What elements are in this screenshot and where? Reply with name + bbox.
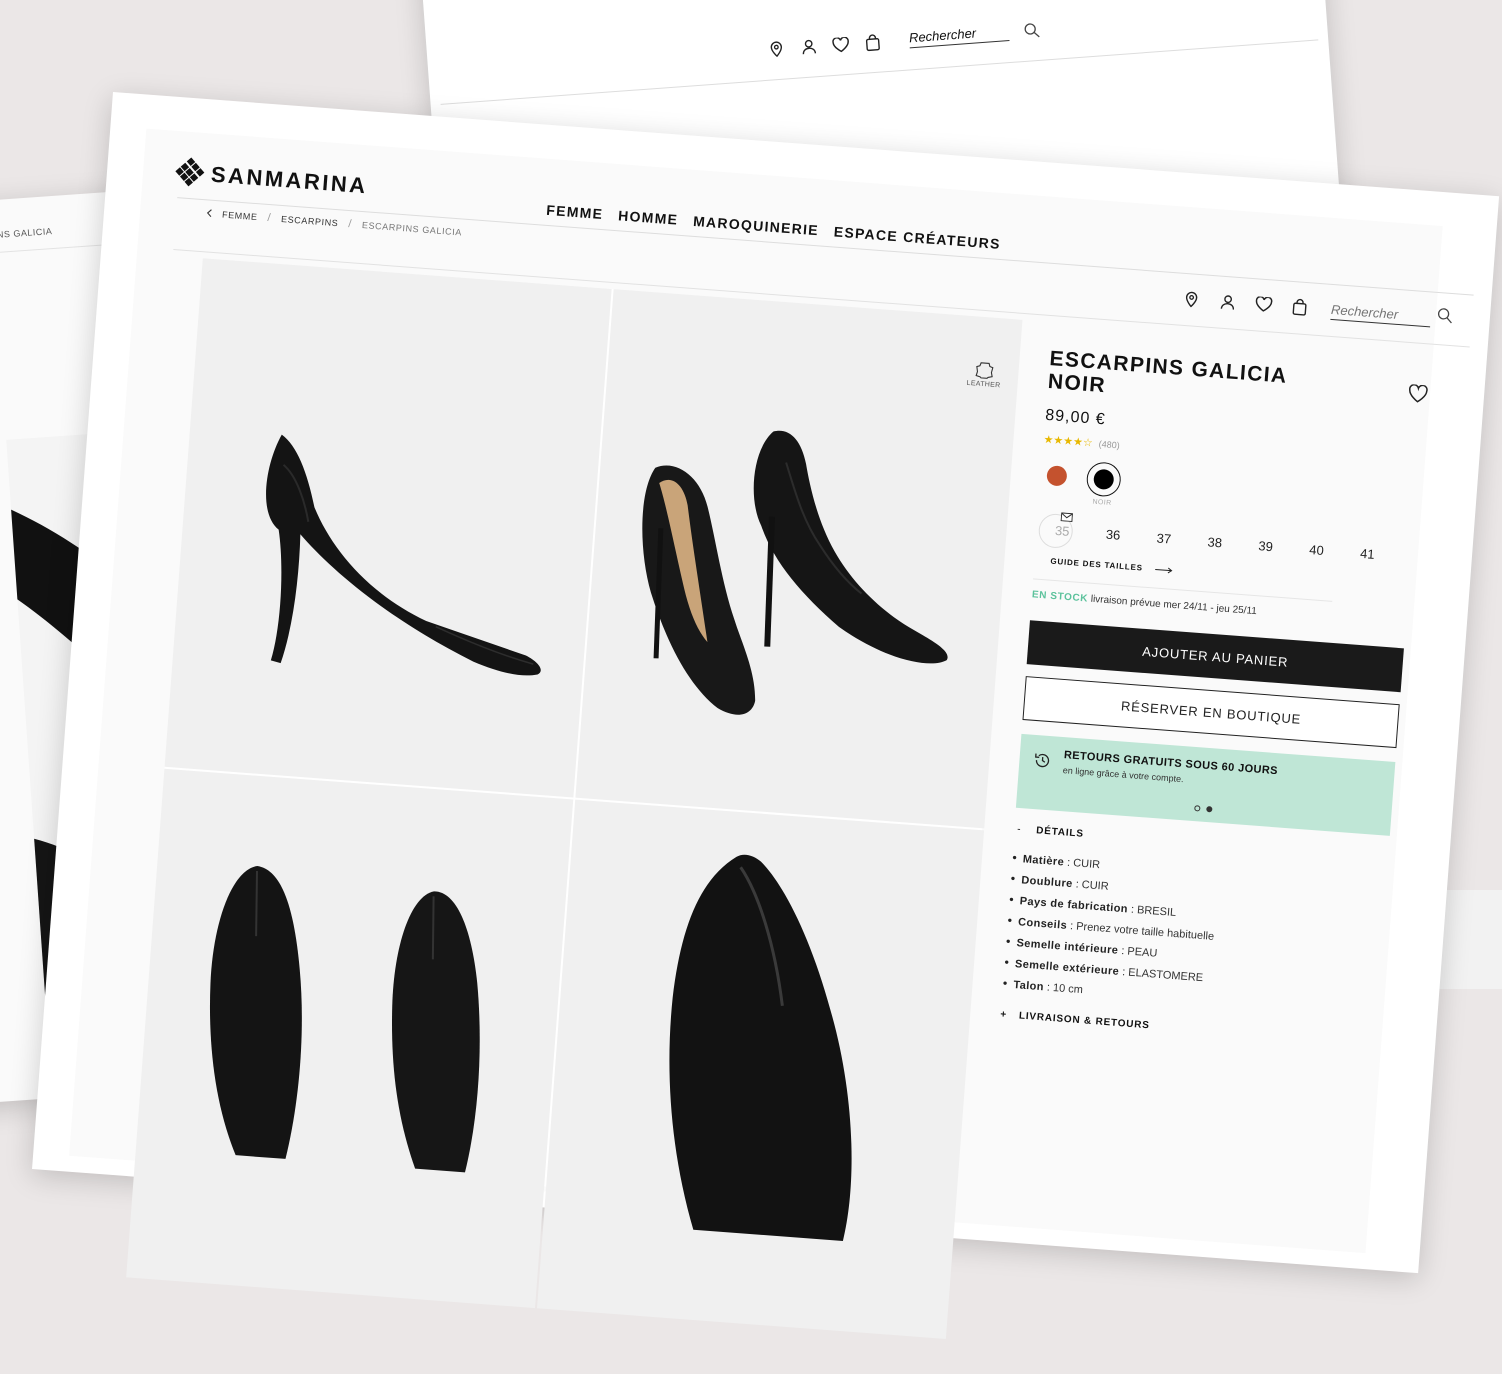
arrow-right-icon bbox=[1154, 567, 1173, 573]
store-locator-icon[interactable] bbox=[1181, 288, 1202, 309]
breadcrumb-separator: / bbox=[347, 218, 353, 231]
search-icon[interactable] bbox=[1436, 307, 1454, 329]
banner-dot[interactable] bbox=[1194, 805, 1201, 812]
color-swatch-noir[interactable] bbox=[1085, 461, 1122, 498]
delivery-returns-heading: LIVRAISON & RETOURS bbox=[1018, 1010, 1151, 1032]
nav-item-maroquinerie[interactable]: MAROQUINERIE bbox=[693, 213, 820, 238]
size-option-37[interactable]: 37 bbox=[1137, 519, 1190, 557]
search-bar bbox=[1330, 299, 1453, 329]
size-option-38[interactable]: 38 bbox=[1188, 523, 1241, 561]
delivery-label: livraison prévue bbox=[1090, 593, 1162, 610]
wishlist-icon bbox=[831, 35, 850, 54]
product-photo-heels-back[interactable] bbox=[126, 768, 574, 1309]
size-guide-label: GUIDE DES TAILLES bbox=[1050, 556, 1144, 573]
details-list: ● Matière : CUIR ● Doublure : CUIR ● Pays d… bbox=[1002, 849, 1392, 1024]
product-gallery: LEATHER bbox=[126, 258, 1023, 1339]
breadcrumb: FEMME / ESCARPINS / ESCARPINS GALICIA bbox=[206, 207, 463, 238]
leather-badge: LEATHER bbox=[963, 360, 1005, 390]
history-icon bbox=[1032, 751, 1052, 775]
shoe-back-image bbox=[209, 866, 480, 1173]
banner-pagination bbox=[1194, 805, 1213, 813]
details-heading: DÉTAILS bbox=[1035, 825, 1085, 840]
product-photo-toe-detail[interactable] bbox=[537, 799, 985, 1339]
search-icon bbox=[1022, 21, 1041, 40]
left-breadcrumb: NS GALICIA bbox=[0, 226, 53, 240]
logo-mark-icon bbox=[175, 157, 206, 188]
product-page-sheet: SANMARINA FEMME HOMME MAROQUINERIE ESPAC… bbox=[32, 92, 1500, 1339]
size-option-40[interactable]: 40 bbox=[1290, 531, 1343, 569]
rating-count: (480) bbox=[1098, 438, 1121, 450]
rating-stars-icon: ★★★★☆ bbox=[1043, 433, 1094, 450]
bag-icon bbox=[863, 32, 882, 51]
delivery-dates: mer 24/11 - jeu 25/11 bbox=[1163, 599, 1258, 618]
product-page: SANMARINA FEMME HOMME MAROQUINERIE ESPAC… bbox=[69, 128, 1474, 1339]
stock-status: EN STOCK livraison prévue mer 24/11 - je… bbox=[1031, 589, 1411, 628]
brand-name: SANMARINA bbox=[210, 161, 369, 199]
product-info-panel: ESCARPINS GALICIA NOIR 89,00 € ★★★★☆ (48… bbox=[1000, 347, 1430, 1049]
color-name: NOIR bbox=[1092, 498, 1112, 508]
breadcrumb-back-icon[interactable] bbox=[206, 208, 213, 219]
search-input[interactable] bbox=[1330, 301, 1432, 328]
store-locator-icon bbox=[767, 39, 786, 58]
breadcrumb-escarpins[interactable]: ESCARPINS bbox=[281, 214, 339, 228]
shoe-toe-image bbox=[669, 854, 852, 1241]
expand-toggle: + bbox=[999, 1009, 1008, 1021]
breadcrumb-separator: / bbox=[267, 211, 272, 225]
nav-item-femme[interactable]: FEMME bbox=[546, 202, 604, 222]
size-option-41[interactable]: 41 bbox=[1341, 534, 1394, 572]
account-icon bbox=[799, 37, 818, 56]
bag-icon[interactable] bbox=[1288, 296, 1309, 317]
back-search-input: Rechercher bbox=[908, 23, 1010, 49]
size-option-36[interactable]: 36 bbox=[1086, 515, 1139, 553]
banner-dot-active[interactable] bbox=[1206, 806, 1213, 813]
main-navigation: FEMME HOMME MAROQUINERIE ESPACE CRÉATEUR… bbox=[546, 202, 1002, 252]
wishlist-heart-icon[interactable] bbox=[1407, 384, 1429, 408]
product-photo-pair[interactable]: LEATHER bbox=[575, 289, 1023, 829]
free-returns-banner: RETOURS GRATUITS SOUS 60 JOURS en ligne … bbox=[1015, 733, 1396, 836]
product-title: ESCARPINS GALICIA NOIR bbox=[1047, 347, 1288, 398]
size-option-39[interactable]: 39 bbox=[1239, 527, 1292, 565]
notify-mail-icon[interactable] bbox=[1060, 509, 1074, 525]
color-option-noir: NOIR bbox=[1085, 461, 1122, 507]
collapse-toggle: - bbox=[1016, 823, 1022, 836]
breadcrumb-femme[interactable]: FEMME bbox=[222, 210, 258, 223]
nav-item-homme[interactable]: HOMME bbox=[618, 207, 679, 227]
size-option-35[interactable]: 35 bbox=[1036, 512, 1089, 550]
product-photo-side[interactable] bbox=[164, 258, 612, 798]
account-icon[interactable] bbox=[1217, 291, 1238, 312]
breadcrumb-current: ESCARPINS GALICIA bbox=[361, 220, 463, 238]
shoe-side-image bbox=[266, 434, 541, 676]
shoe-pair-image bbox=[642, 430, 948, 715]
color-swatch-orange[interactable] bbox=[1046, 465, 1068, 487]
header-tools bbox=[1181, 288, 1454, 329]
wishlist-icon[interactable] bbox=[1253, 294, 1274, 315]
leather-hide-icon bbox=[975, 362, 994, 379]
brand-logo[interactable]: SANMARINA bbox=[175, 157, 369, 199]
in-stock-label: EN STOCK bbox=[1031, 589, 1089, 605]
